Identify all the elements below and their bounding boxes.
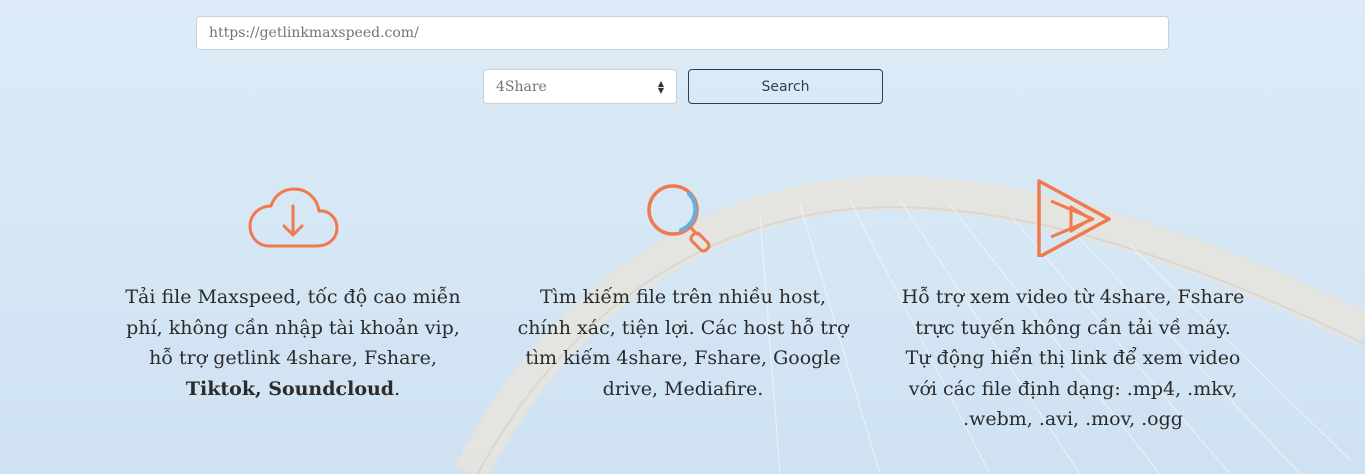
feature-text: Tải file Maxspeed, tốc độ cao miễn phí, … [125,286,461,400]
cloud-download-icon [113,178,473,256]
feature-search-hosts: Tìm kiếm file trên nhiều host, chính xác… [503,178,863,404]
url-input[interactable] [196,16,1169,50]
feature-maxspeed-download: Tải file Maxspeed, tốc độ cao miễn phí, … [113,178,473,404]
select-arrows-icon: ▲ ▼ [657,78,664,95]
video-play-icon [893,178,1253,257]
host-select[interactable]: 4Share ▲ ▼ [483,69,677,104]
feature-text: Hỗ trợ xem video từ 4share, Fshare trực … [901,286,1245,430]
feature-text: Tìm kiếm file trên nhiều host, chính xác… [517,286,849,400]
feature-video-streaming: Hỗ trợ xem video từ 4share, Fshare trực … [893,178,1253,435]
magnifier-icon [503,178,863,256]
host-select-value: 4Share [496,78,547,95]
search-button[interactable]: Search [688,69,883,104]
